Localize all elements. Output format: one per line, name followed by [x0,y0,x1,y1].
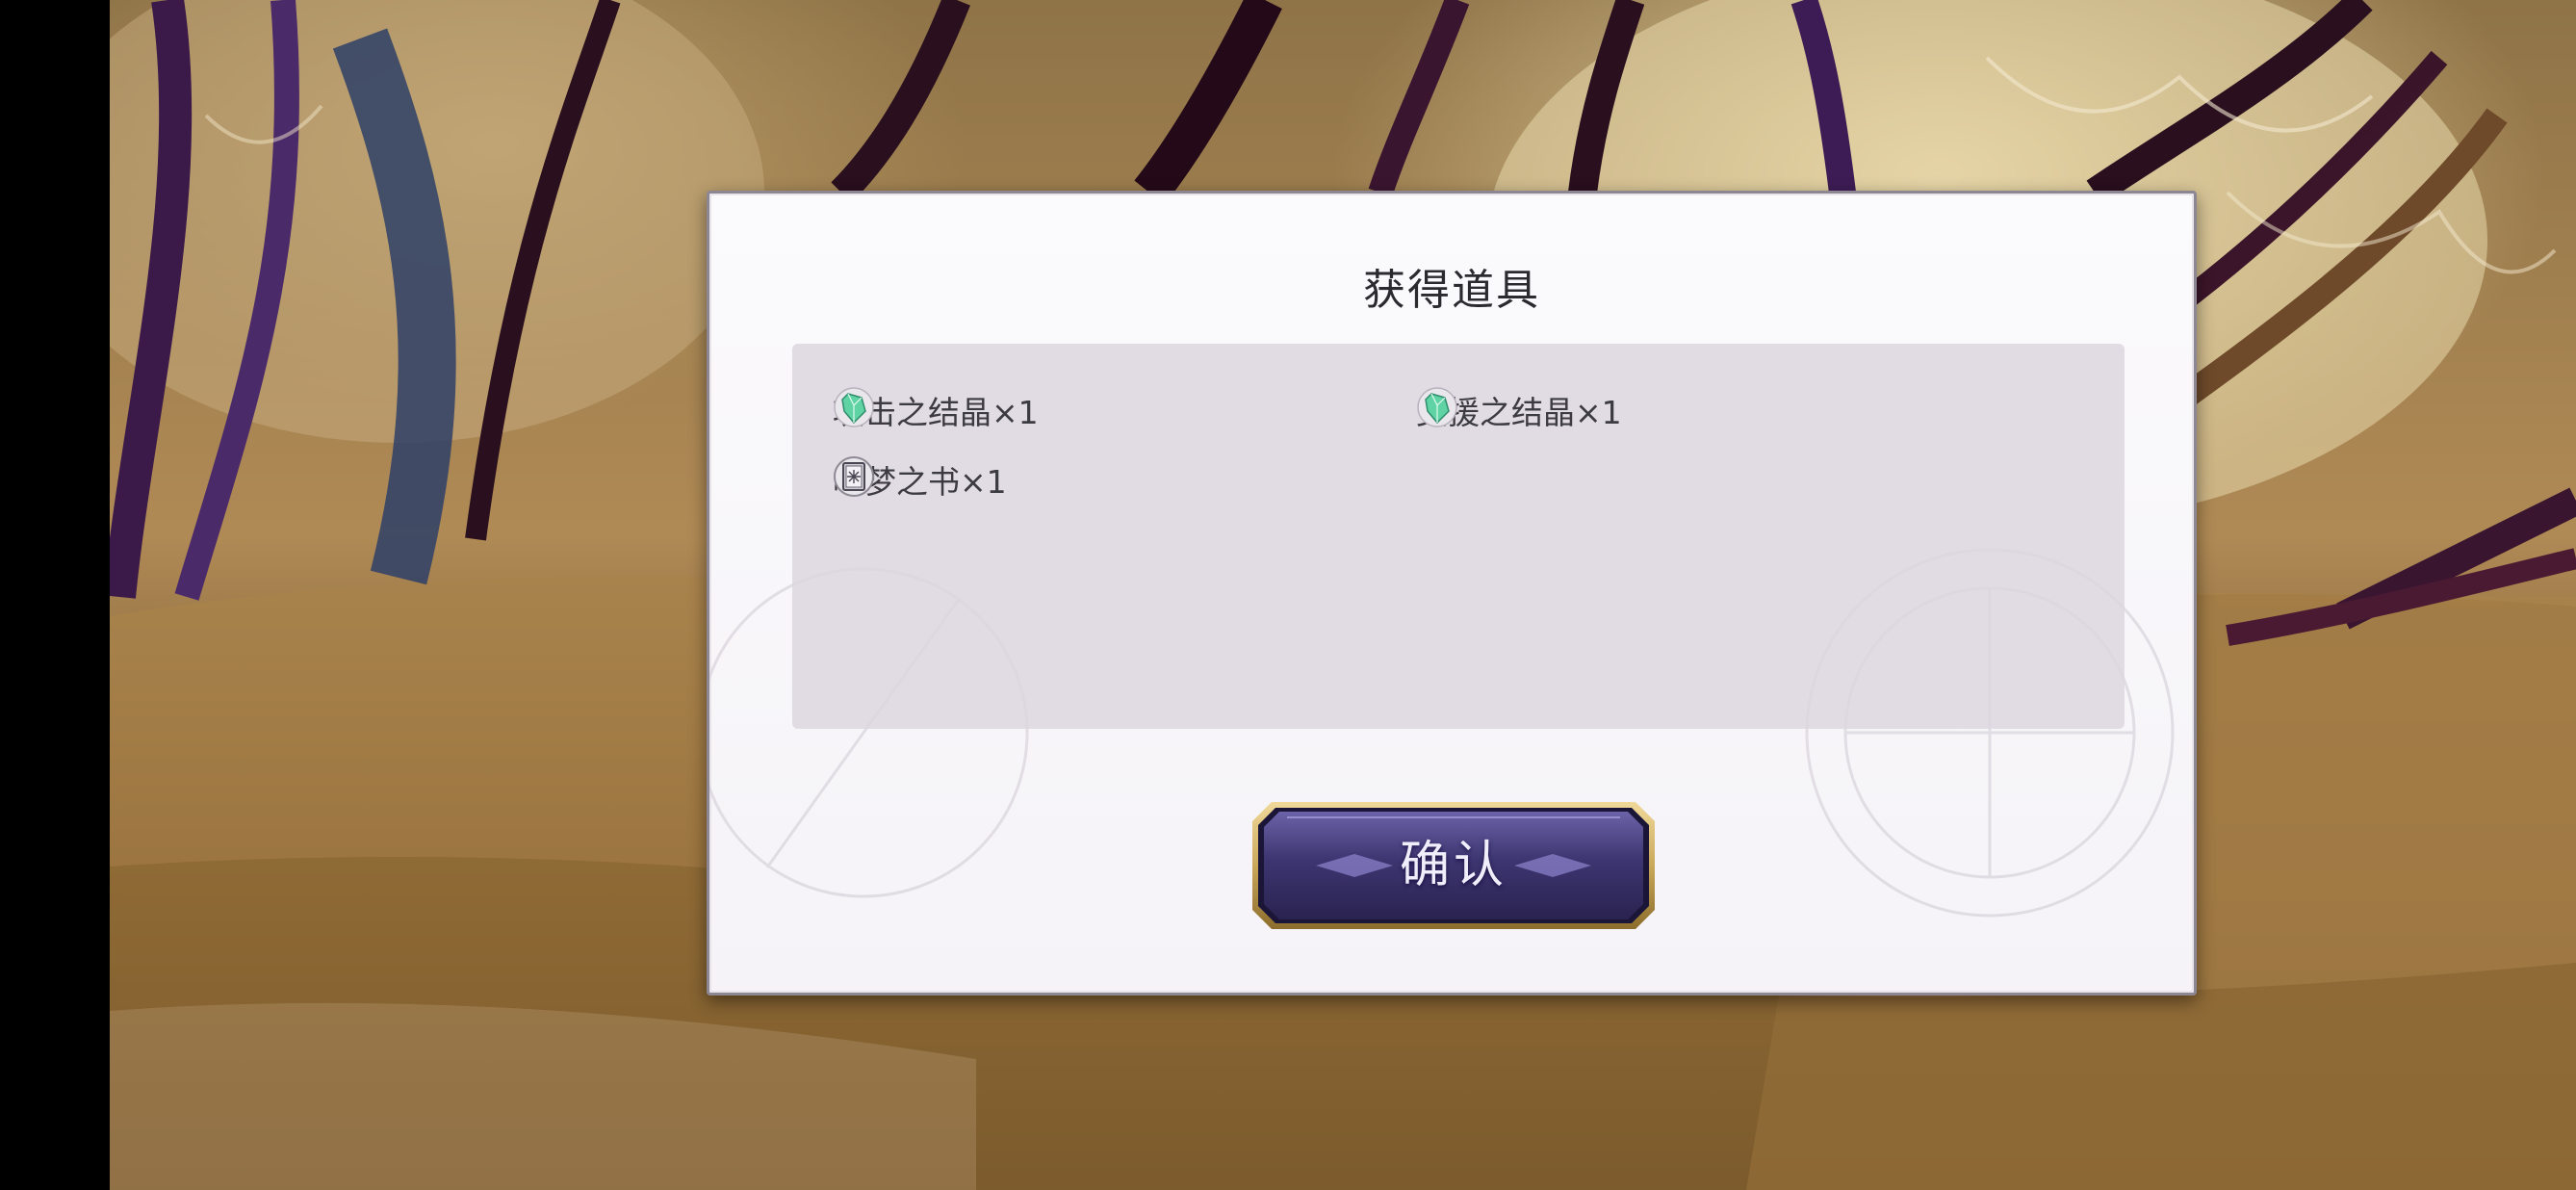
background-scene: 获得道具 攻击之结晶×1 支援之结晶×1 咏梦之书×1 确认 [110,0,2576,1190]
left-black-bar [0,0,110,1190]
items-panel: 攻击之结晶×1 支援之结晶×1 咏梦之书×1 [792,344,2125,729]
list-item-dream-book: 咏梦之书×1 [833,455,1007,504]
confirm-button[interactable]: 确认 [1249,798,1659,933]
game-screen: 获得道具 攻击之结晶×1 支援之结晶×1 咏梦之书×1 确认 [0,0,2576,1190]
book-icon [834,456,874,497]
dialog-title: 获得道具 [1363,266,1540,315]
confirm-button-label: 确认 [1399,837,1507,894]
green-crystal-icon [1417,387,1457,427]
list-item-attack-crystal: 攻击之结晶×1 [833,386,1039,434]
green-crystal-icon [834,387,874,427]
list-item-support-crystal: 支援之结晶×1 [1416,386,1622,434]
item-reward-dialog: 获得道具 攻击之结晶×1 支援之结晶×1 咏梦之书×1 确认 [707,191,2197,996]
